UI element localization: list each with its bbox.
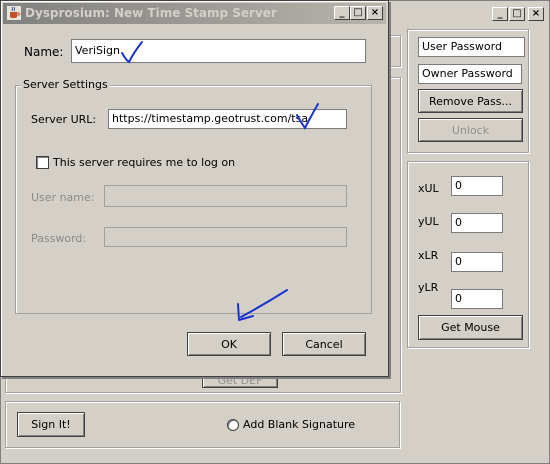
logon-required-checkbox[interactable]: [36, 156, 49, 169]
dialog-title: Dysprosium: New Time Stamp Server: [25, 6, 277, 20]
add-blank-signature-radio[interactable]: [227, 419, 239, 431]
server-url-label: Server URL:: [31, 113, 97, 126]
name-input[interactable]: VeriSign: [71, 39, 366, 63]
username-label: User name:: [31, 191, 95, 204]
name-label: Name:: [24, 45, 64, 59]
java-cup-icon: [7, 6, 21, 20]
ylr-field[interactable]: 0: [451, 289, 503, 309]
password-label: Password:: [31, 232, 87, 245]
parent-minimize-button[interactable]: _: [492, 7, 508, 21]
dialog-close-button[interactable]: ×: [367, 6, 383, 20]
remove-pass-button[interactable]: Remove Pass...: [418, 89, 523, 113]
owner-password-field[interactable]: Owner Password: [418, 64, 522, 84]
dialog-minimize-button[interactable]: _: [334, 6, 350, 20]
ylr-label: yLR: [418, 281, 439, 294]
add-blank-signature-label: Add Blank Signature: [243, 418, 356, 431]
server-url-input[interactable]: https://timestamp.geotrust.com/tsa: [108, 109, 347, 129]
unlock-button[interactable]: Unlock: [418, 118, 523, 142]
xul-field[interactable]: 0: [451, 176, 503, 196]
parent-maximize-button[interactable]: □: [509, 7, 525, 21]
sign-it-button[interactable]: Sign It!: [17, 412, 85, 437]
yul-label: yUL: [418, 215, 439, 228]
dialog-maximize-button[interactable]: □: [350, 6, 366, 20]
xul-label: xUL: [418, 182, 439, 195]
logon-required-label: This server requires me to log on: [53, 156, 236, 169]
server-settings-legend: Server Settings: [21, 78, 110, 91]
xlr-label: xLR: [418, 249, 439, 262]
ok-button[interactable]: OK: [187, 332, 271, 356]
password-input[interactable]: [104, 227, 347, 247]
parent-close-button[interactable]: ×: [528, 7, 544, 21]
time-stamp-server-dialog: Dysprosium: New Time Stamp Server _ □ × …: [0, 0, 389, 377]
get-mouse-button[interactable]: Get Mouse: [418, 315, 523, 340]
username-input[interactable]: [104, 185, 347, 207]
xlr-field[interactable]: 0: [451, 252, 503, 272]
cancel-button[interactable]: Cancel: [282, 332, 366, 356]
dialog-titlebar[interactable]: Dysprosium: New Time Stamp Server _ □ ×: [3, 3, 386, 24]
yul-field[interactable]: 0: [451, 213, 503, 233]
user-password-field[interactable]: User Password: [418, 37, 525, 57]
